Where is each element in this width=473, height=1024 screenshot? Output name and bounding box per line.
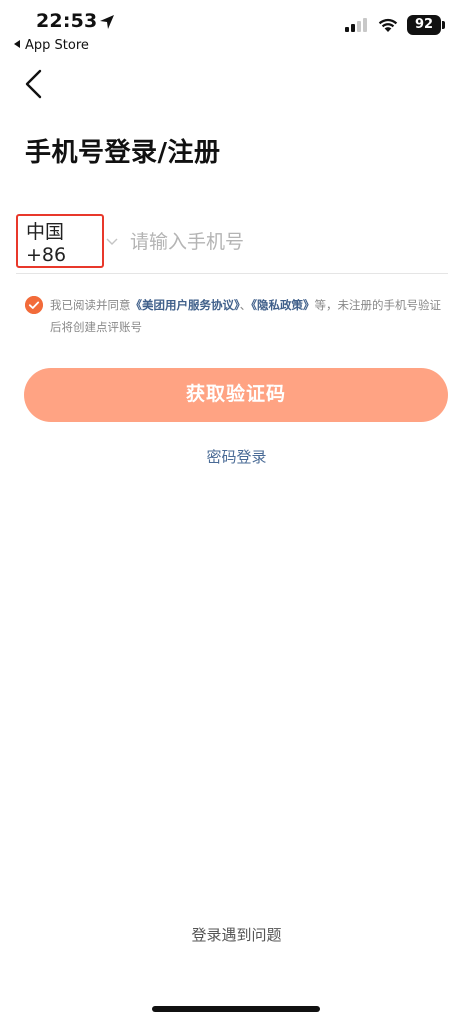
privacy-policy-link[interactable]: 《隐私政策》 (251, 298, 314, 312)
location-arrow-icon (100, 15, 114, 29)
back-triangle-icon (14, 40, 20, 48)
back-chevron-icon[interactable] (22, 68, 46, 100)
status-bar: 22:53 App Store 92 (0, 0, 473, 60)
user-agreement-link[interactable]: 《美团用户服务协议》 (131, 298, 240, 312)
agreement-prefix: 我已阅读并同意 (50, 298, 131, 312)
back-app-label: App Store (25, 38, 89, 53)
password-login-link[interactable]: 密码登录 (0, 446, 473, 467)
battery-indicator: 92 (407, 15, 445, 35)
country-code-selector[interactable]: 中国 +86 (16, 214, 104, 268)
home-indicator[interactable] (152, 1006, 320, 1012)
agreement-text: 我已阅读并同意《美团用户服务协议》、《隐私政策》等，未注册的手机号验证后将创建点… (50, 294, 450, 338)
agreement-checkbox[interactable] (25, 296, 43, 314)
phone-number-input[interactable] (130, 222, 440, 262)
page-title: 手机号登录/注册 (25, 138, 221, 168)
back-to-app-store[interactable]: App Store (14, 38, 89, 53)
get-verification-code-button[interactable]: 获取验证码 (24, 368, 448, 422)
battery-cap (442, 21, 445, 29)
phone-input-row: 中国 +86 (16, 214, 448, 274)
wifi-icon (378, 18, 398, 32)
chevron-down-icon[interactable] (106, 238, 118, 246)
cellular-signal-icon (345, 18, 367, 32)
agreement-separator: 、 (239, 298, 252, 312)
login-help-link[interactable]: 登录遇到问题 (0, 924, 473, 945)
status-time: 22:53 (36, 10, 98, 32)
battery-level: 92 (407, 15, 441, 35)
